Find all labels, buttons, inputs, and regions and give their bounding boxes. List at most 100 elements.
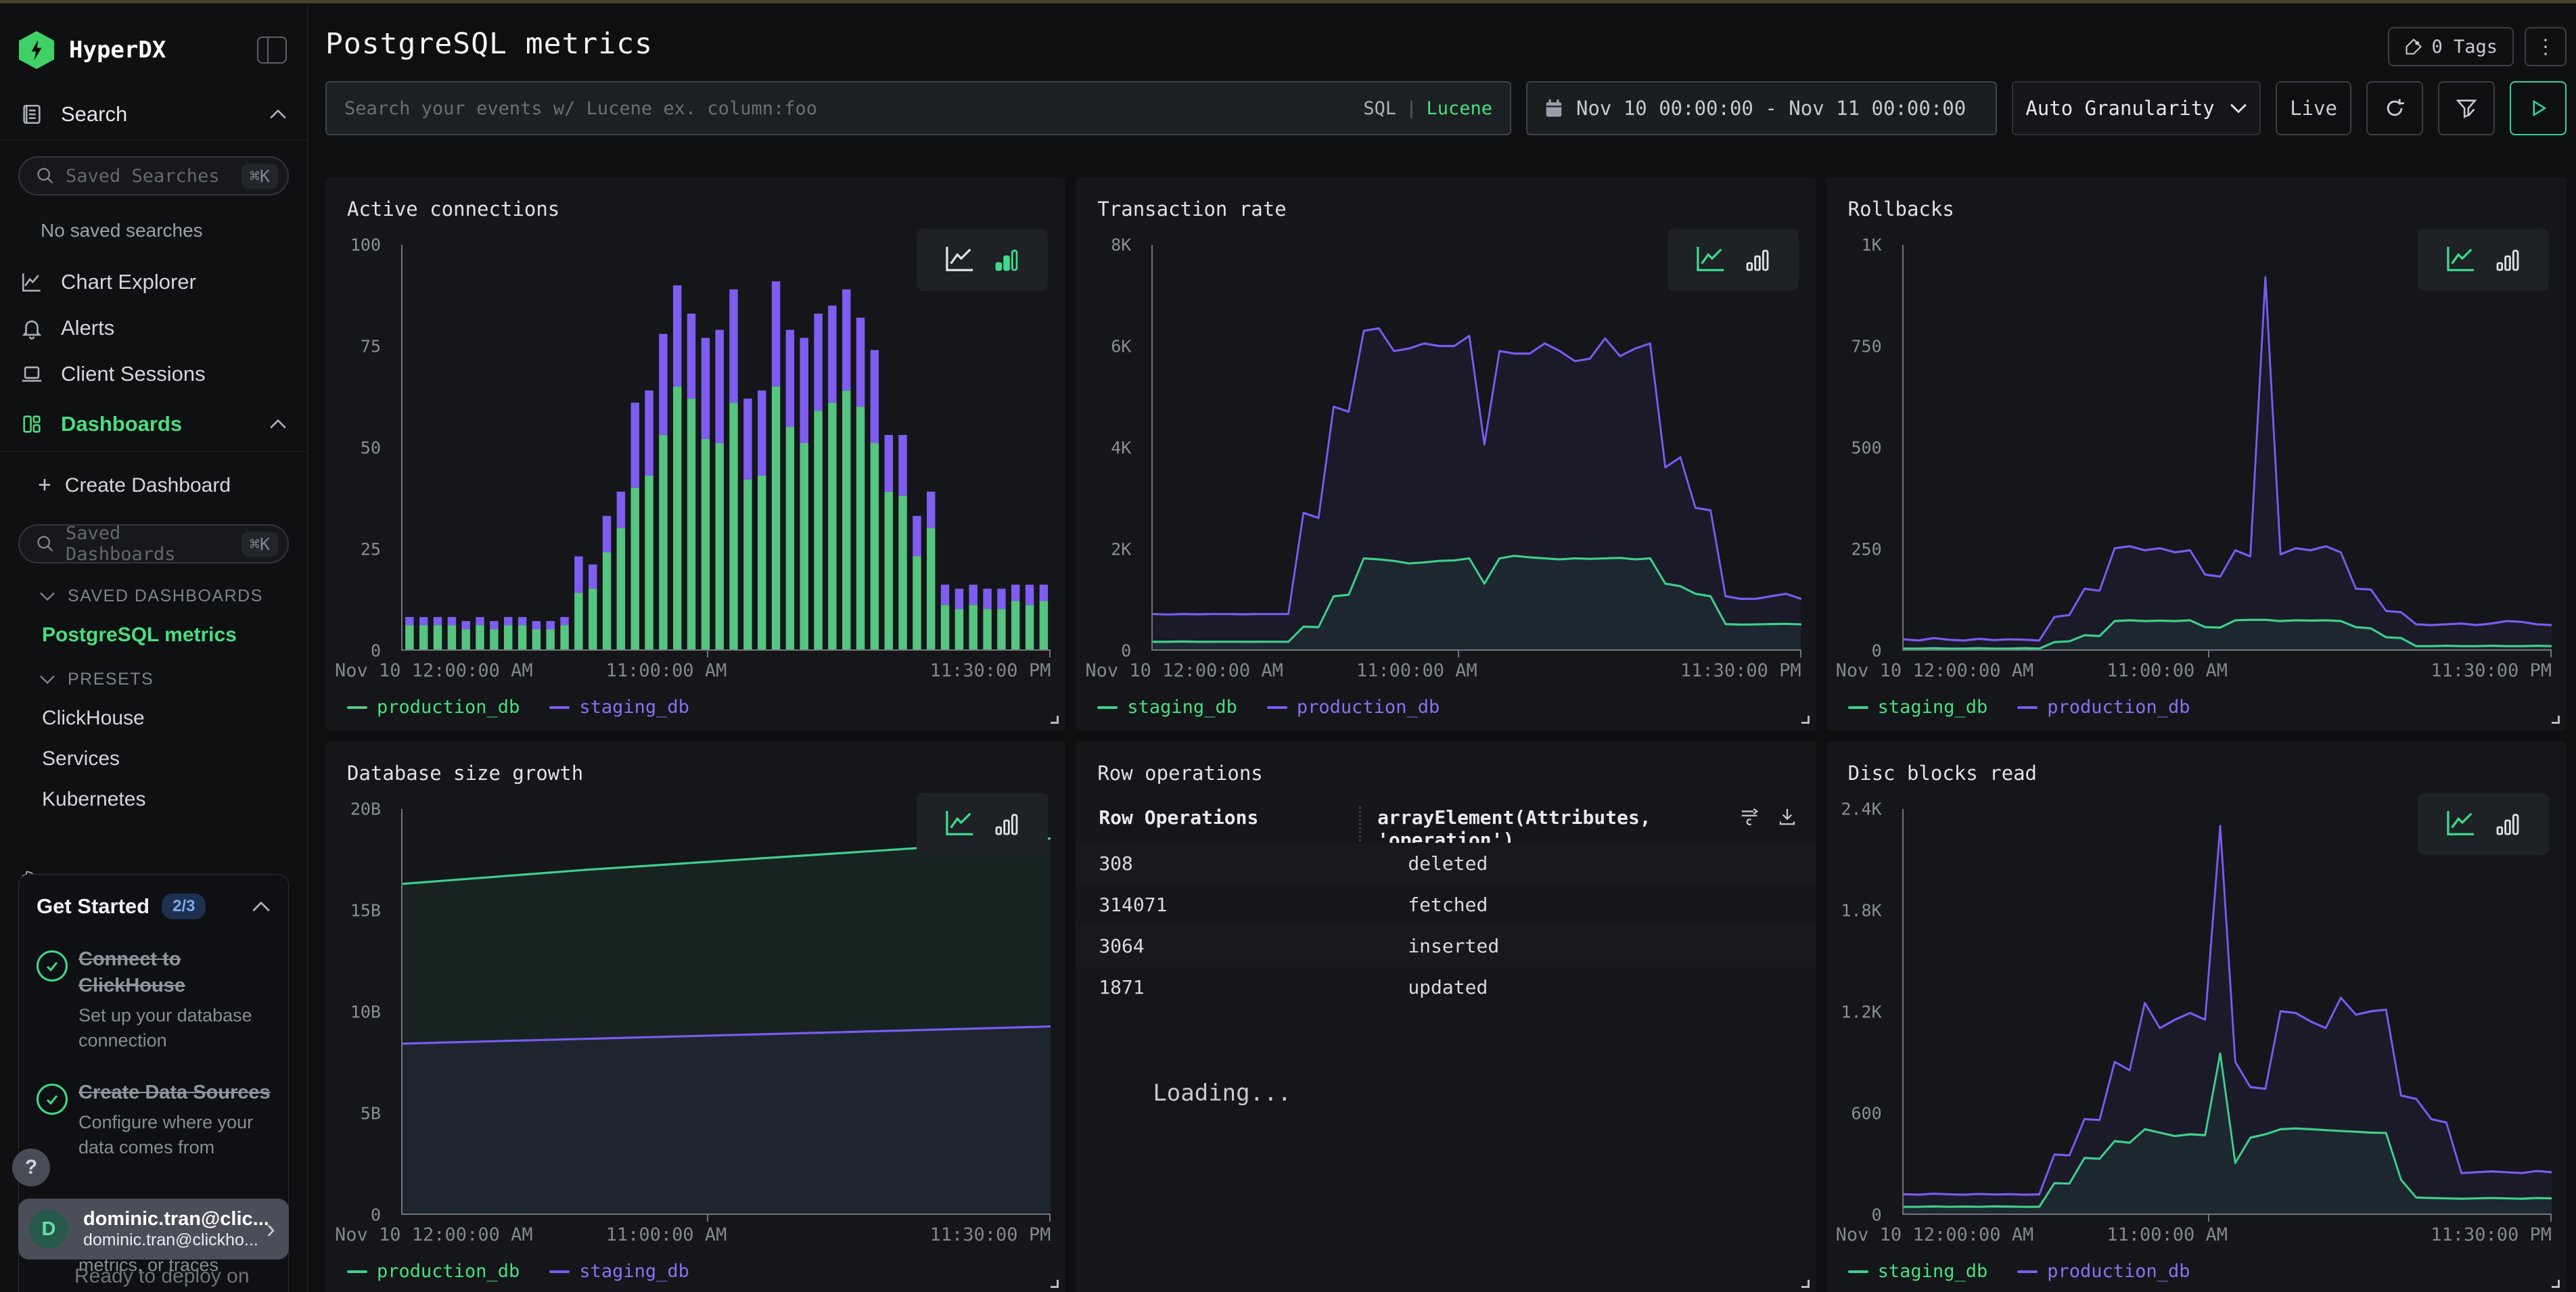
line-view-toggle-icon[interactable] [2445, 810, 2477, 838]
table-row[interactable]: 314071fetched [1076, 884, 1816, 925]
card-resize-handle[interactable] [1051, 1280, 1059, 1288]
sidebar-item-alerts[interactable]: Alerts [0, 305, 307, 351]
refresh-button[interactable] [2366, 81, 2423, 135]
sidebar-item-dashboards[interactable]: Dashboards [0, 397, 307, 451]
y-axis-labels: 20B15B10B5B0 [325, 809, 392, 1215]
bar-view-toggle-icon[interactable] [993, 246, 1020, 273]
x-axis-tick: Nov 10 12:00:00 AM [1085, 660, 1283, 681]
help-button[interactable]: ? [12, 1149, 50, 1186]
create-dashboard-label: Create Dashboard [65, 474, 231, 497]
table-row[interactable]: 3064inserted [1076, 925, 1816, 967]
granularity-select[interactable]: Auto Granularity [2012, 81, 2261, 135]
get-started-step-sources[interactable]: Create Data Sources Configure where your… [37, 1080, 271, 1159]
live-button[interactable]: Live [2276, 81, 2351, 135]
bar-view-toggle-icon[interactable] [2494, 246, 2521, 273]
saved-dashboards-section-header[interactable]: SAVED DASHBOARDS [0, 563, 307, 606]
filter-funnel-icon [2455, 97, 2478, 120]
row-count-cell: 308 [1099, 852, 1408, 875]
search-section-header[interactable]: Search [0, 89, 307, 139]
x-axis-tick: 11:00:00 AM [1356, 660, 1477, 681]
expand-rows-icon[interactable] [1739, 806, 1760, 827]
legend-dash [347, 1270, 367, 1273]
sidebar-preset-services[interactable]: Services [0, 730, 307, 770]
download-icon[interactable] [1777, 806, 1797, 827]
sidebar-preset-clickhouse[interactable]: ClickHouse [0, 689, 307, 730]
date-range-picker[interactable]: Nov 10 00:00:00 - Nov 11 00:00:00 [1526, 81, 1997, 135]
legend-item[interactable]: production_db [347, 697, 520, 718]
card-resize-handle[interactable] [1801, 716, 1810, 724]
card-resize-handle[interactable] [2552, 716, 2560, 724]
event-search-input[interactable]: Search your events w/ Lucene ex. column:… [325, 81, 1511, 135]
line-view-toggle-icon[interactable] [1695, 246, 1726, 274]
sql-toggle[interactable]: SQL [1363, 98, 1396, 119]
legend-item[interactable]: staging_db [549, 1261, 689, 1282]
card-resize-handle[interactable] [2552, 1280, 2560, 1288]
sidebar-item-client-sessions[interactable]: Client Sessions [0, 351, 307, 397]
chart-title: Disc blocks read [1848, 762, 2037, 785]
sidebar-preset-kubernetes[interactable]: Kubernetes [0, 770, 307, 811]
chart-title: Row operations [1097, 762, 1262, 785]
y-axis-tick: 100 [350, 235, 381, 255]
sidebar-item-label: Client Sessions [61, 362, 206, 386]
table-row[interactable]: 308deleted [1076, 843, 1816, 884]
row-count-cell: 1871 [1099, 976, 1408, 998]
line-view-toggle-icon[interactable] [2445, 246, 2477, 274]
window-top-edge [0, 0, 2576, 3]
filter-button[interactable] [2438, 81, 2495, 135]
lucene-toggle[interactable]: Lucene [1426, 98, 1492, 119]
create-dashboard-button[interactable]: + Create Dashboard [0, 452, 307, 501]
y-axis-tick: 1.8K [1841, 901, 1881, 921]
legend-label: production_db [377, 697, 520, 718]
legend-dash [1848, 1270, 1868, 1273]
bar-view-toggle-icon[interactable] [2494, 810, 2521, 837]
x-axis-tick: 11:30:00 PM [2431, 1224, 2552, 1245]
card-resize-handle[interactable] [1051, 716, 1059, 724]
sidebar-dashboard-postgresql-metrics[interactable]: PostgreSQL metrics [0, 606, 307, 647]
presets-section-header[interactable]: PRESETS [0, 647, 307, 689]
legend-label: production_db [377, 1261, 520, 1282]
x-axis-labels: Nov 10 12:00:00 AM11:00:00 AM11:30:00 PM [1826, 660, 2552, 685]
dashboard-menu-button[interactable]: ⋮ [2525, 27, 2567, 66]
line-view-toggle-icon[interactable] [944, 246, 975, 274]
chart-legend: production_db staging_db [347, 1261, 689, 1282]
x-axis-tick-mark [1049, 1214, 1051, 1222]
legend-item[interactable]: staging_db [1848, 1261, 1988, 1282]
legend-item[interactable]: production_db [2017, 1261, 2190, 1282]
legend-item[interactable]: production_db [1267, 697, 1440, 718]
chevron-up-icon [269, 109, 287, 120]
bar-view-toggle-icon[interactable] [1744, 246, 1771, 273]
chart-title: Transaction rate [1097, 198, 1286, 221]
plot-area [401, 809, 1051, 1215]
bar-view-toggle-icon[interactable] [993, 810, 1020, 837]
divider [0, 139, 307, 140]
y-axis-tick: 0 [371, 1205, 381, 1225]
tags-button[interactable]: 0 Tags [2388, 27, 2514, 66]
user-account-chip[interactable]: D dominic.tran@clic... dominic.tran@clic… [18, 1199, 289, 1260]
logo-row: HyperDX [0, 0, 307, 89]
run-query-button[interactable] [2510, 81, 2567, 135]
row-operation-cell: fetched [1408, 894, 1488, 916]
table-row[interactable]: 1871updated [1076, 967, 1816, 1008]
loading-indicator: Loading... [1153, 1080, 1291, 1107]
legend-item[interactable]: staging_db [1097, 697, 1237, 718]
saved-searches-input[interactable]: Saved Searches ⌘K [18, 156, 289, 195]
legend-label: staging_db [1878, 1261, 1988, 1282]
get-started-title: Get Started [37, 894, 150, 919]
sidebar-collapse-icon[interactable] [257, 37, 287, 64]
card-resize-handle[interactable] [1801, 1280, 1810, 1288]
x-axis-tick-mark [1458, 649, 1459, 657]
legend-item[interactable]: staging_db [1848, 697, 1988, 718]
sidebar-item-chart-explorer[interactable]: Chart Explorer [0, 259, 307, 305]
check-circle-icon [37, 1084, 68, 1115]
get-started-step-connect[interactable]: Connect to ClickHouse Set up your databa… [37, 946, 271, 1053]
legend-item[interactable]: production_db [347, 1261, 520, 1282]
chart-card-transaction-rate: Transaction rate 8K6K4K2K0 Nov 10 12:00:… [1076, 177, 1816, 731]
saved-dashboards-input[interactable]: Saved Dashboards ⌘K [18, 524, 289, 563]
line-view-toggle-icon[interactable] [944, 810, 975, 838]
legend-item[interactable]: production_db [2017, 697, 2190, 718]
legend-item[interactable]: staging_db [549, 697, 689, 718]
tags-label: 0 Tags [2431, 37, 2498, 57]
y-axis-tick: 25 [361, 540, 381, 559]
y-axis-tick: 0 [1872, 1205, 1882, 1225]
chevron-up-icon[interactable] [252, 901, 271, 913]
